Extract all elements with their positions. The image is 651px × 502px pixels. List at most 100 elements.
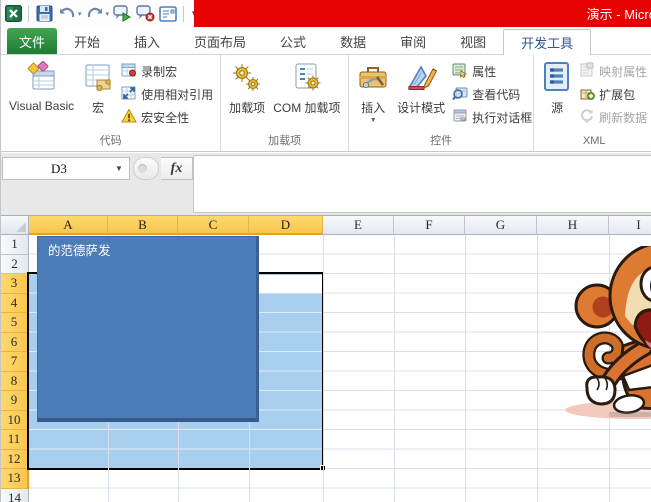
group-label-XML: XML bbox=[582, 135, 606, 147]
column-header-A[interactable]: A bbox=[29, 216, 108, 235]
button-扩展包[interactable]: 扩展包 bbox=[576, 84, 650, 105]
row-header-5[interactable]: 5 bbox=[1, 313, 29, 333]
row-header-9[interactable]: 9 bbox=[1, 391, 29, 411]
source-icon bbox=[542, 61, 572, 96]
formula-input[interactable] bbox=[193, 155, 651, 213]
button-查看代码[interactable]: 查看代码 bbox=[449, 84, 535, 105]
ribbon-group-XML: 源映射属性 扩展包 刷新数据 XML bbox=[534, 55, 651, 151]
button-使用相对引用[interactable]: 使用相对引用 bbox=[118, 84, 216, 105]
design-mode-icon bbox=[405, 61, 438, 96]
redo-dropdown-icon[interactable]: ▾ bbox=[106, 10, 110, 18]
tab-页面布局[interactable]: 页面布局 bbox=[177, 28, 263, 54]
button-录制宏[interactable]: 录制宏 bbox=[118, 61, 216, 82]
row-header-7[interactable]: 7 bbox=[1, 352, 29, 372]
run-dialog-icon bbox=[452, 108, 468, 127]
window-title-highlight: 演示 - Micro bbox=[194, 0, 651, 27]
button-COM 加载项[interactable]: COM 加载项 bbox=[269, 57, 344, 116]
undo-icon[interactable] bbox=[57, 4, 77, 24]
excel-window: ▾ ▾ ▾ 演示 - Micro 文件 开始插入页面布局公式数据审阅视图开发工具… bbox=[0, 0, 651, 502]
column-header-I[interactable]: I bbox=[609, 216, 651, 235]
ribbon-group-代码: Visual Basic 宏录制宏 使用相对引用 宏安全性代码 bbox=[1, 55, 222, 151]
column-header-H[interactable]: H bbox=[537, 216, 609, 235]
column-header-C[interactable]: C bbox=[178, 216, 249, 235]
group-label-加载项: 加载项 bbox=[268, 135, 302, 147]
row-header-4[interactable]: 4 bbox=[1, 293, 29, 313]
select-all-corner[interactable] bbox=[1, 216, 29, 235]
column-header-D[interactable]: D bbox=[249, 216, 323, 235]
column-header-G[interactable]: G bbox=[465, 216, 537, 235]
column-header-F[interactable]: F bbox=[394, 216, 465, 235]
name-box-dropdown-icon[interactable]: ▼ bbox=[115, 164, 129, 173]
undo-dropdown-icon[interactable]: ▾ bbox=[78, 10, 82, 18]
watermark bbox=[609, 412, 651, 417]
ribbon-developer: Visual Basic 宏录制宏 使用相对引用 宏安全性 代码 加载项 COM 加载项 加载… bbox=[1, 55, 651, 152]
row-header-2[interactable]: 2 bbox=[1, 254, 29, 274]
tab-开始[interactable]: 开始 bbox=[57, 28, 117, 54]
ribbon-group-控件: 插入 ▼ 设计模式 属性 查看代码 执行对话框控件 bbox=[349, 55, 535, 151]
button-设计模式[interactable]: 设计模式 bbox=[393, 57, 449, 116]
button-源[interactable]: 源 bbox=[538, 57, 576, 116]
row-header-12[interactable]: 12 bbox=[1, 449, 29, 469]
formula-bar-grip[interactable] bbox=[133, 157, 159, 180]
button-Visual Basic[interactable]: Visual Basic bbox=[5, 57, 78, 113]
row-header-1[interactable]: 1 bbox=[1, 235, 29, 255]
form-icon[interactable] bbox=[158, 4, 178, 24]
button-执行对话框[interactable]: 执行对话框 bbox=[449, 107, 535, 128]
expansion-packs-icon bbox=[579, 85, 596, 104]
shape-text: 的范德萨发 bbox=[48, 244, 111, 258]
properties-icon bbox=[452, 62, 468, 81]
visual-basic-icon bbox=[26, 60, 58, 96]
button-宏[interactable]: 宏 bbox=[78, 57, 118, 116]
row-header-14[interactable]: 14 bbox=[1, 488, 29, 502]
tab-插入[interactable]: 插入 bbox=[117, 28, 177, 54]
formula-bar: D3 ▼ fx bbox=[1, 153, 651, 216]
row-header-6[interactable]: 6 bbox=[1, 332, 29, 352]
group-label-控件: 控件 bbox=[430, 135, 453, 147]
button-属性[interactable]: 属性 bbox=[449, 61, 535, 82]
qat-separator bbox=[28, 5, 29, 22]
name-box-value: D3 bbox=[51, 160, 67, 176]
window-title: 演示 - Micro bbox=[586, 7, 651, 22]
view-code-icon bbox=[452, 85, 468, 104]
gridline bbox=[537, 235, 538, 502]
button-加载项[interactable]: 加载项 bbox=[225, 57, 269, 116]
tab-开发工具[interactable]: 开发工具 bbox=[503, 29, 592, 55]
quick-access-toolbar: ▾ ▾ ▾ bbox=[3, 2, 199, 25]
refresh-data-icon bbox=[579, 108, 595, 127]
save-icon[interactable] bbox=[34, 4, 54, 24]
insert-function-button[interactable]: fx bbox=[161, 157, 193, 180]
row-header-10[interactable]: 10 bbox=[1, 410, 29, 430]
row-header-13[interactable]: 13 bbox=[1, 469, 29, 489]
gridline bbox=[394, 235, 395, 502]
name-box[interactable]: D3 ▼ bbox=[2, 157, 130, 180]
tab-视图[interactable]: 视图 bbox=[443, 28, 503, 54]
excel-logo-icon[interactable] bbox=[3, 4, 23, 24]
tab-file[interactable]: 文件 bbox=[7, 28, 57, 54]
ribbon-group-加载项: 加载项 COM 加载项 加载项 bbox=[221, 55, 350, 151]
map-properties-icon bbox=[579, 62, 595, 81]
button-宏安全性[interactable]: 宏安全性 bbox=[118, 107, 216, 128]
gridline bbox=[323, 235, 324, 502]
column-header-B[interactable]: B bbox=[108, 216, 178, 235]
monkey-picture[interactable] bbox=[557, 246, 651, 422]
comment-run-icon[interactable] bbox=[112, 4, 132, 24]
rectangle-shape[interactable]: 的范德萨发 bbox=[37, 236, 259, 422]
tab-公式[interactable]: 公式 bbox=[263, 28, 323, 54]
group-label-代码: 代码 bbox=[99, 135, 122, 147]
macro-security-icon bbox=[121, 108, 138, 127]
insert-control-icon bbox=[357, 61, 389, 96]
macros-icon bbox=[82, 61, 114, 96]
tab-审阅[interactable]: 审阅 bbox=[383, 28, 443, 54]
button-插入[interactable]: 插入 ▼ bbox=[353, 57, 393, 124]
row-header-11[interactable]: 11 bbox=[1, 430, 29, 450]
column-header-E[interactable]: E bbox=[323, 216, 394, 235]
ribbon-tab-row: 文件 开始 插入 页面布局 公式 数据 审阅 视图 开发工具 bbox=[1, 27, 651, 55]
row-header-8[interactable]: 8 bbox=[1, 371, 29, 391]
button-刷新数据: 刷新数据 bbox=[576, 107, 650, 128]
tab-list: 开始 插入 页面布局 公式 数据 审阅 视图 开发工具 bbox=[57, 26, 592, 55]
redo-icon[interactable] bbox=[85, 4, 105, 24]
tab-数据[interactable]: 数据 bbox=[323, 28, 383, 54]
button-映射属性: 映射属性 bbox=[576, 61, 650, 82]
row-header-3[interactable]: 3 bbox=[1, 274, 29, 294]
comment-delete-icon[interactable] bbox=[135, 4, 155, 24]
